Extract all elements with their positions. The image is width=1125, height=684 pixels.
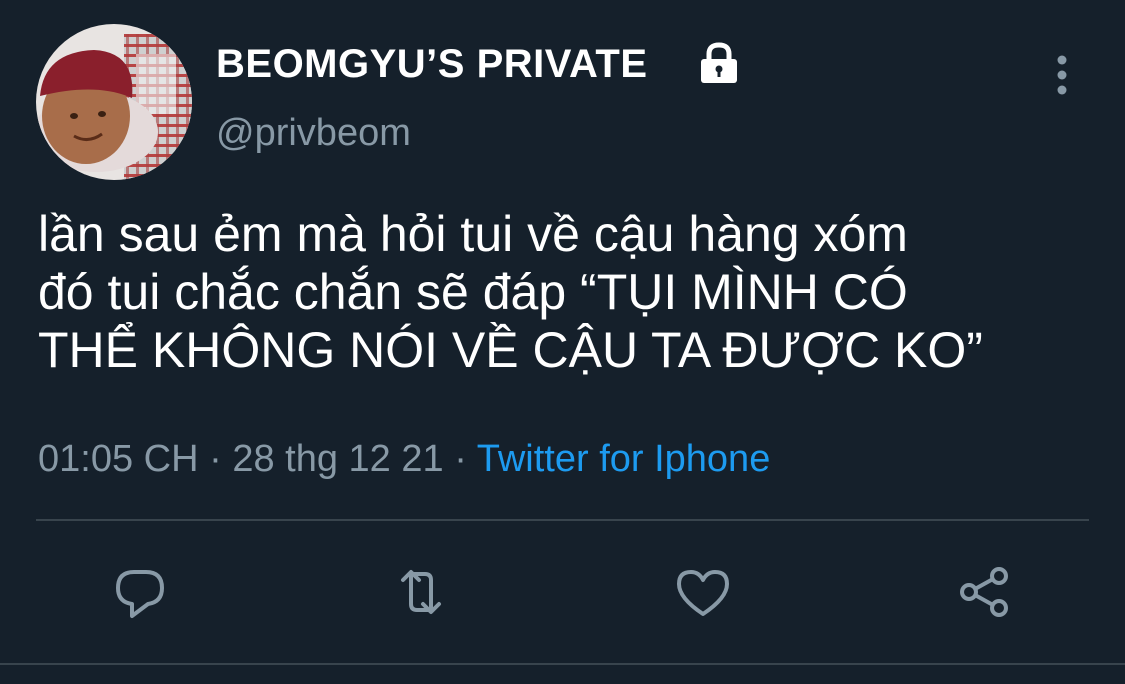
share-button[interactable] [955,562,1015,622]
tweet-meta: 01:05 CH · 28 thg 12 21 · Twitter for Ip… [38,438,770,481]
retweet-icon [401,570,441,614]
meta-separator-source: · [443,438,477,480]
reply-button[interactable] [110,562,170,622]
divider-bottom [0,663,1125,665]
reply-icon [116,570,164,618]
tweet-detail: BEOMGYU’S PRIVATE @privbeom lần sau ẻm m… [0,0,1125,684]
tweet-source-link[interactable]: Twitter for Iphone [477,438,771,480]
divider [36,519,1089,521]
tweet-time[interactable]: 01:05 CH [38,438,199,480]
tweet-date[interactable]: 28 thg 12 21 [232,438,443,480]
retweet-button[interactable] [391,562,451,622]
lock-icon [696,40,742,86]
avatar[interactable] [36,24,192,180]
tweet-text: lần sau ẻm mà hỏi tui về cậu hàng xóm đó… [38,206,983,378]
like-button[interactable] [673,562,733,622]
author-username[interactable]: @privbeom [216,112,411,155]
more-vertical-icon[interactable] [1050,54,1074,96]
meta-separator: · [198,438,233,480]
author-display-name[interactable]: BEOMGYU’S PRIVATE [216,42,648,87]
heart-icon [677,570,729,616]
share-icon [960,567,1008,617]
avatar-photo-icon [36,24,192,180]
